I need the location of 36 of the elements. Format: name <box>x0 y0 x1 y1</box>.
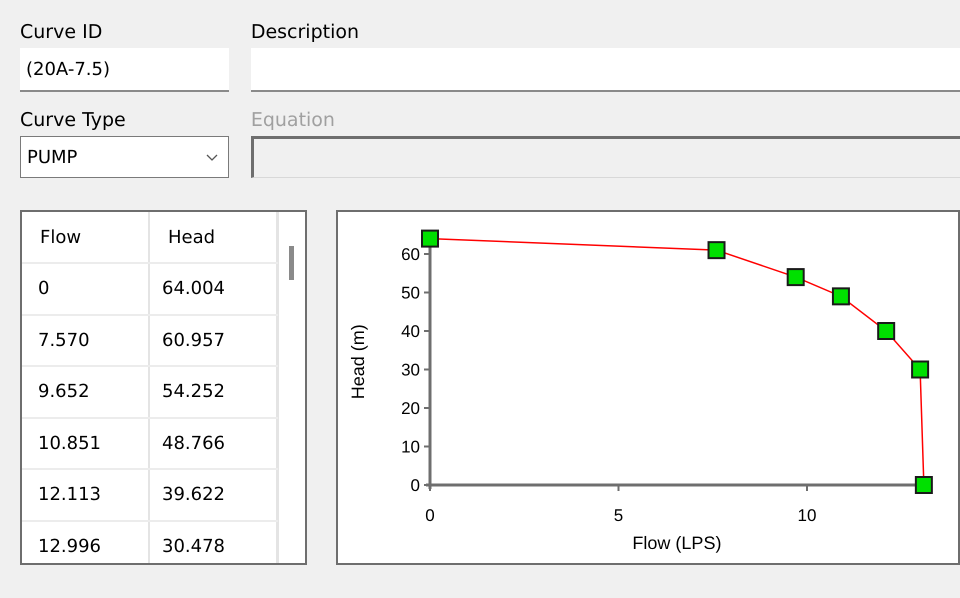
equation-field[interactable] <box>250 136 960 178</box>
data-point-marker[interactable] <box>786 268 804 286</box>
table-cell[interactable]: 7.570 <box>22 316 150 365</box>
y-tick-label: 40 <box>400 322 420 341</box>
column-header[interactable]: Flow <box>22 212 150 262</box>
description-field[interactable] <box>250 48 960 92</box>
field-label: Curve ID <box>20 20 104 45</box>
field-label: Curve Type <box>20 108 127 133</box>
x-tick-label: 5 <box>614 506 624 525</box>
y-tick-label: 30 <box>400 360 420 380</box>
y-tick-label: 10 <box>400 438 420 456</box>
data-point-marker[interactable] <box>876 322 895 340</box>
curve-type-dropdown[interactable]: PUMP <box>20 136 229 178</box>
table-cell[interactable]: 12.996 <box>22 522 150 563</box>
x-tick-label: 10 <box>797 506 816 525</box>
y-tick-label: 0 <box>410 476 420 495</box>
data-point-marker[interactable] <box>832 287 850 306</box>
field-label: Description <box>250 20 360 45</box>
y-axis-title: Head (m) <box>348 324 368 400</box>
data-point-marker[interactable] <box>707 241 726 260</box>
y-tick-label: 60 <box>400 245 420 264</box>
data-point-marker[interactable] <box>914 476 933 494</box>
data-point-marker[interactable] <box>910 360 929 378</box>
chevron-down-icon <box>206 154 218 160</box>
table-cell[interactable]: 0 <box>22 264 150 314</box>
table-cell[interactable]: 10.851 <box>22 418 150 468</box>
y-tick-label: 50 <box>400 284 420 302</box>
x-tick-label: 0 <box>425 506 435 525</box>
data-point-marker[interactable] <box>420 230 439 248</box>
x-axis-title: Flow (LPS) <box>632 533 722 553</box>
field-label: Equation <box>250 108 336 133</box>
curve-id-field[interactable]: (20A-7.5) <box>20 48 229 92</box>
table-cell[interactable]: 9.652 <box>22 367 150 416</box>
table-cell[interactable]: 12.113 <box>22 470 150 520</box>
scrollbar-thumb[interactable] <box>289 246 294 280</box>
y-tick-label: 20 <box>400 399 420 418</box>
